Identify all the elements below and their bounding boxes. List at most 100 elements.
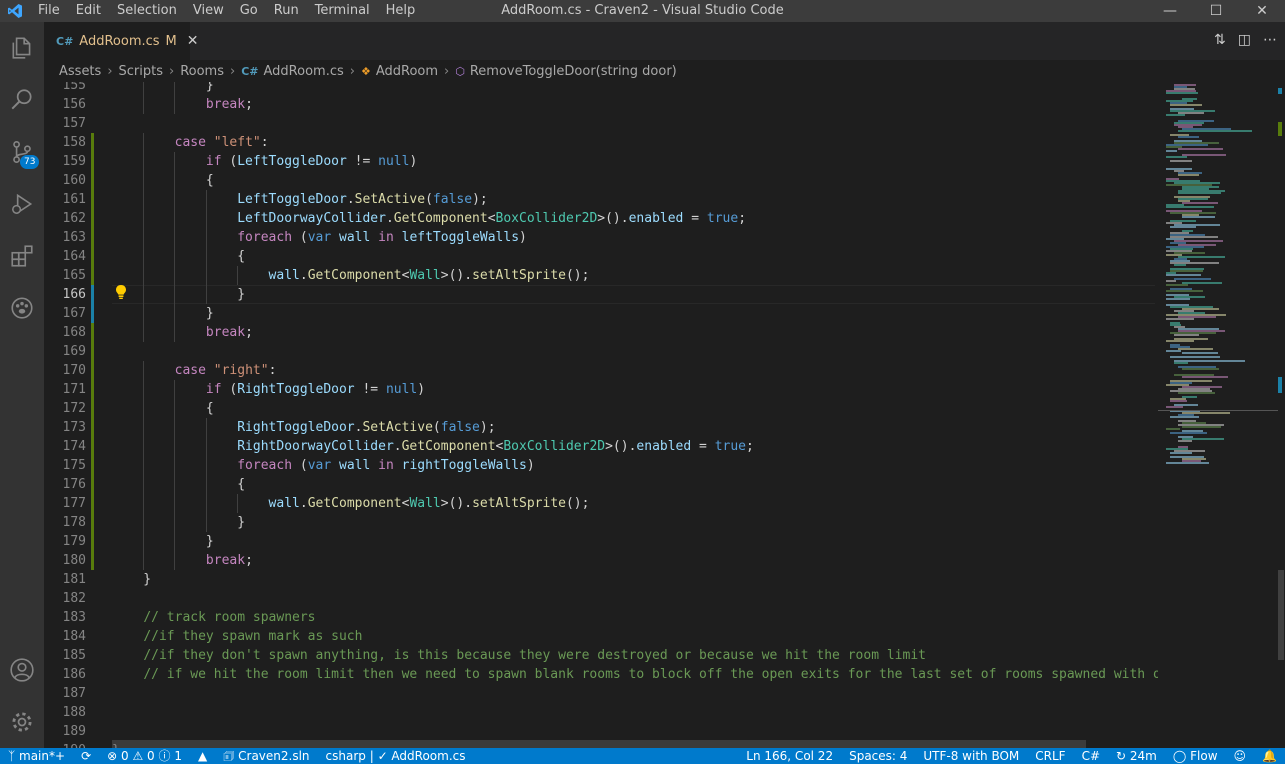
code-line[interactable]: 157: [44, 114, 1285, 133]
flow-status[interactable]: ◯ Flow: [1165, 748, 1226, 764]
breadcrumb-rooms[interactable]: Rooms: [180, 64, 224, 79]
code-line[interactable]: 172 {: [44, 399, 1285, 418]
code-line[interactable]: 169: [44, 342, 1285, 361]
code-line[interactable]: 174 RightDoorwayCollider.GetComponent<Bo…: [44, 437, 1285, 456]
code-line[interactable]: 164 {: [44, 247, 1285, 266]
close-tab-icon[interactable]: ✕: [187, 33, 199, 49]
menu-file[interactable]: File: [30, 0, 68, 22]
project-status[interactable]: csharp | ✓ AddRoom.cs: [318, 748, 474, 764]
code-line[interactable]: 163 foreach (var wall in leftToggleWalls…: [44, 228, 1285, 247]
compare-changes-icon[interactable]: ⇅: [1214, 32, 1226, 48]
tab-addroom[interactable]: C# AddRoom.cs M ✕: [44, 22, 199, 60]
menu-terminal[interactable]: Terminal: [307, 0, 378, 22]
problems-status[interactable]: ⊗ 0 ⚠ 0 ⓘ 1: [99, 748, 190, 764]
sync-icon[interactable]: ⟳: [73, 748, 99, 764]
gutter-change-marker[interactable]: [91, 247, 94, 266]
time-tracker[interactable]: ↻ 24m: [1108, 748, 1165, 764]
gutter-change-marker[interactable]: [91, 513, 94, 532]
code-line[interactable]: 161 LeftToggleDoor.SetActive(false);: [44, 190, 1285, 209]
code-line[interactable]: 155 }: [44, 82, 1285, 95]
menu-go[interactable]: Go: [232, 0, 266, 22]
code-line[interactable]: 175 foreach (var wall in rightToggleWall…: [44, 456, 1285, 475]
gutter-change-marker[interactable]: [91, 190, 94, 209]
gutter-change-marker[interactable]: [91, 532, 94, 551]
explorer-button[interactable]: [0, 22, 44, 74]
gutter-change-marker[interactable]: [91, 399, 94, 418]
gutter-change-marker[interactable]: [91, 152, 94, 171]
gutter-change-marker[interactable]: [91, 551, 94, 570]
code-line[interactable]: 179 }: [44, 532, 1285, 551]
more-actions-icon[interactable]: ⋯: [1263, 32, 1277, 48]
gutter-change-marker[interactable]: [91, 456, 94, 475]
code-line[interactable]: 183 // track room spawners: [44, 608, 1285, 627]
feedback-icon[interactable]: ☺: [1226, 748, 1255, 764]
code-line[interactable]: 184 //if they spawn mark as such: [44, 627, 1285, 646]
solution-status[interactable]: 🗊 Craven2.sln: [215, 748, 317, 764]
gutter-change-marker[interactable]: [91, 323, 94, 342]
gutter-change-marker[interactable]: [91, 342, 94, 361]
menu-edit[interactable]: Edit: [68, 0, 109, 22]
code-editor[interactable]: 155 } 156 break; 157 158 case "left": 159 if…: [44, 82, 1285, 748]
menu-view[interactable]: View: [185, 0, 232, 22]
horizontal-scrollbar[interactable]: [112, 740, 1086, 748]
code-line[interactable]: 158 case "left":: [44, 133, 1285, 152]
accounts-button[interactable]: [0, 644, 44, 696]
manage-button[interactable]: [0, 696, 44, 748]
lightbulb-icon[interactable]: [114, 284, 128, 304]
menu-run[interactable]: Run: [266, 0, 307, 22]
language-mode[interactable]: C#: [1074, 748, 1108, 764]
gutter-change-marker[interactable]: [91, 494, 94, 513]
warning-icon[interactable]: ▲: [190, 748, 215, 764]
gutter-change-marker[interactable]: [91, 285, 94, 304]
code-line[interactable]: 178 }: [44, 513, 1285, 532]
code-line[interactable]: 187: [44, 684, 1285, 703]
gutter-change-marker[interactable]: [91, 380, 94, 399]
code-line[interactable]: 162 LeftDoorwayCollider.GetComponent<Box…: [44, 209, 1285, 228]
minimize-button[interactable]: —: [1147, 0, 1193, 22]
code-line[interactable]: 176 {: [44, 475, 1285, 494]
gutter-change-marker[interactable]: [91, 304, 94, 323]
vertical-scrollbar[interactable]: [1278, 82, 1285, 748]
search-button[interactable]: [0, 74, 44, 126]
gutter-change-marker[interactable]: [91, 133, 94, 152]
gutter-change-marker[interactable]: [91, 437, 94, 456]
breadcrumb-class[interactable]: AddRoom: [376, 64, 438, 79]
code-line[interactable]: 186 // if we hit the room limit then we …: [44, 665, 1285, 684]
paw-extension-button[interactable]: [0, 282, 44, 334]
line-ending[interactable]: CRLF: [1027, 748, 1073, 764]
gutter-change-marker[interactable]: [91, 361, 94, 380]
minimap-viewport[interactable]: [1158, 410, 1278, 411]
gutter-change-marker[interactable]: [91, 228, 94, 247]
code-line[interactable]: 180 break;: [44, 551, 1285, 570]
gutter-change-marker[interactable]: [91, 171, 94, 190]
breadcrumb-assets[interactable]: Assets: [59, 64, 101, 79]
code-line[interactable]: 177 wall.GetComponent<Wall>().setAltSpri…: [44, 494, 1285, 513]
code-line[interactable]: 185 //if they don't spawn anything, is t…: [44, 646, 1285, 665]
code-line[interactable]: 156 break;: [44, 95, 1285, 114]
code-line[interactable]: 189: [44, 722, 1285, 741]
breadcrumb-scripts[interactable]: Scripts: [119, 64, 163, 79]
minimap[interactable]: [1158, 82, 1278, 748]
breadcrumb-method[interactable]: RemoveToggleDoor(string door): [470, 64, 677, 79]
notifications-icon[interactable]: 🔔: [1254, 748, 1285, 764]
code-line[interactable]: 170 case "right":: [44, 361, 1285, 380]
code-line[interactable]: 165 wall.GetComponent<Wall>().setAltSpri…: [44, 266, 1285, 285]
code-line[interactable]: 167 }: [44, 304, 1285, 323]
branch-status[interactable]: ᛉ main*+: [0, 748, 73, 764]
source-control-button[interactable]: 73: [0, 126, 44, 178]
gutter-change-marker[interactable]: [91, 418, 94, 437]
gutter-change-marker[interactable]: [91, 266, 94, 285]
maximize-button[interactable]: ☐: [1193, 0, 1239, 22]
extensions-button[interactable]: [0, 230, 44, 282]
code-line[interactable]: 188: [44, 703, 1285, 722]
encoding[interactable]: UTF-8 with BOM: [915, 748, 1027, 764]
gutter-change-marker[interactable]: [91, 209, 94, 228]
code-line[interactable]: 160 {: [44, 171, 1285, 190]
menu-selection[interactable]: Selection: [109, 0, 185, 22]
menu-help[interactable]: Help: [378, 0, 424, 22]
run-debug-button[interactable]: [0, 178, 44, 230]
code-line[interactable]: 182: [44, 589, 1285, 608]
cursor-position[interactable]: Ln 166, Col 22: [738, 748, 841, 764]
gutter-change-marker[interactable]: [91, 475, 94, 494]
indentation[interactable]: Spaces: 4: [841, 748, 915, 764]
